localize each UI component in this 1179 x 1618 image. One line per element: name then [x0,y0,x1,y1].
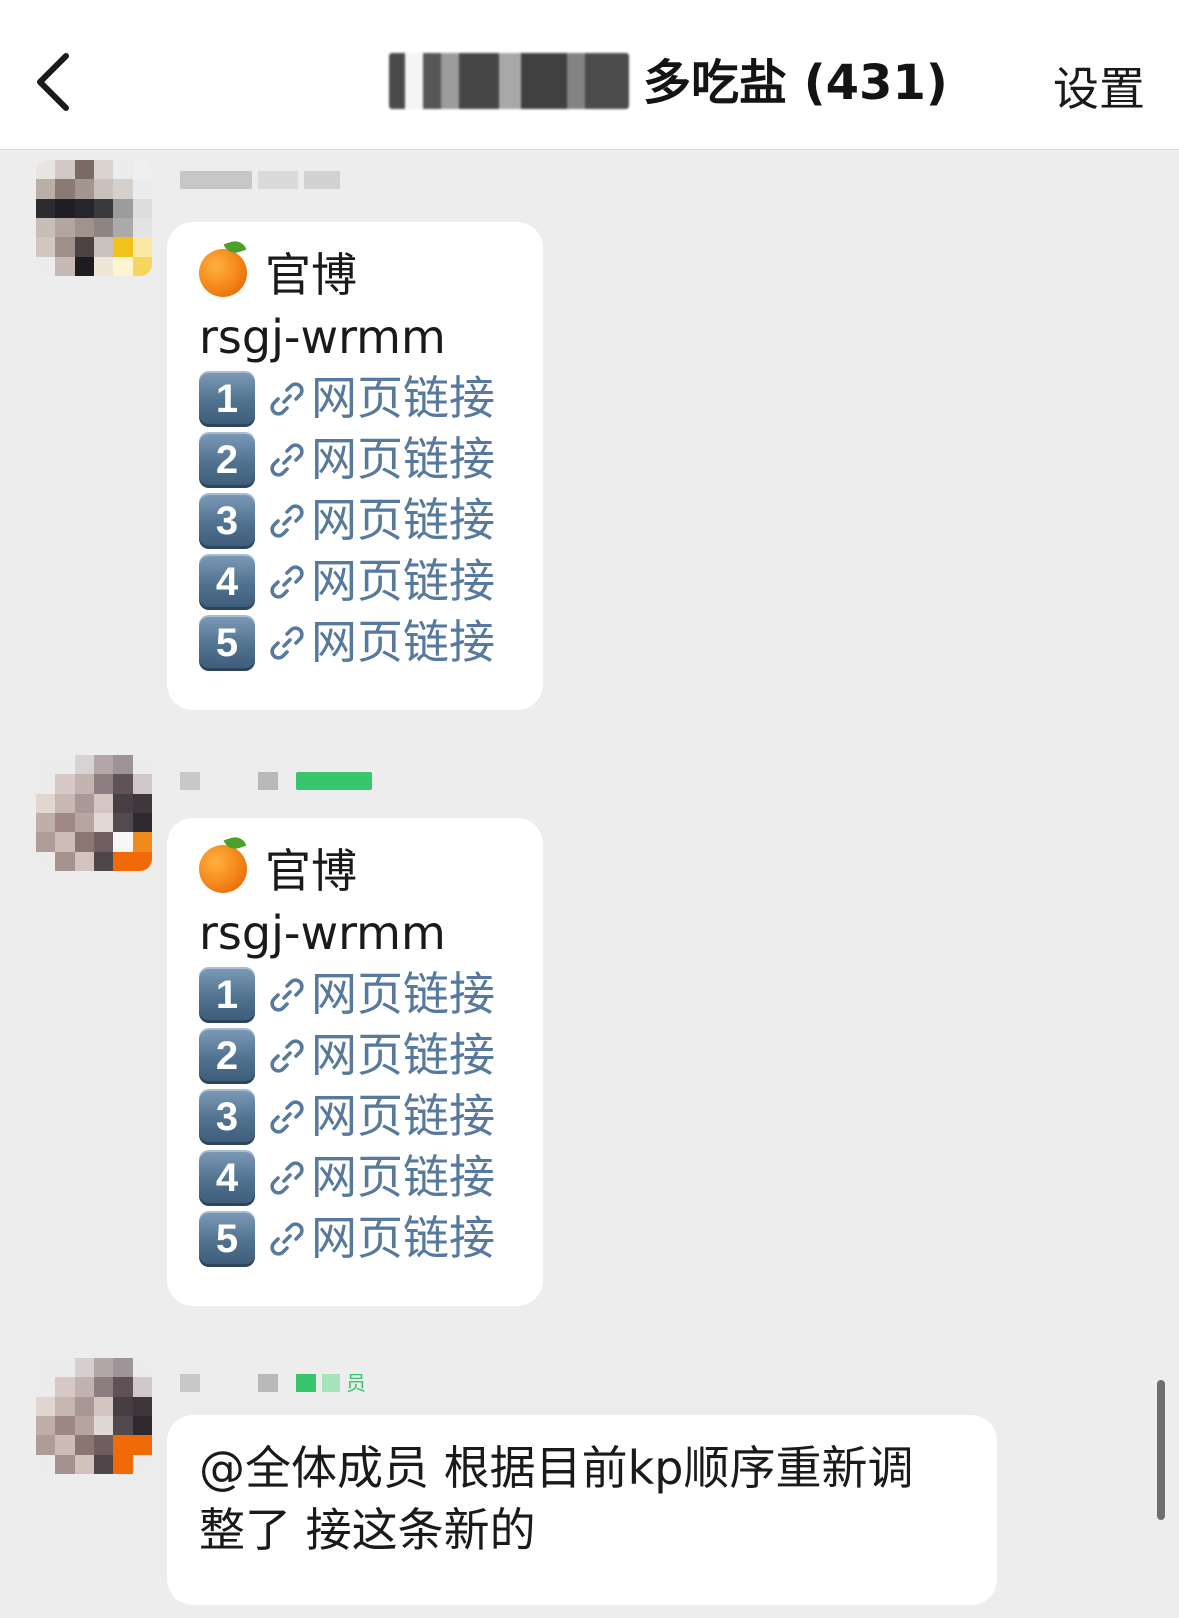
message-bubble[interactable]: 官博 rsgj-wrmm 1 网页链接 2 网页链接 3 网页链接 4 网页链接… [167,222,543,710]
link-icon [270,564,304,599]
link-item[interactable]: 3 网页链接 [199,1086,513,1147]
keycap-number-icon: 3 [199,492,255,549]
keycap-number-icon: 4 [199,553,255,610]
sender-name-redacted[interactable] [180,165,340,195]
scrollbar-thumb[interactable] [1157,1380,1165,1520]
sender-name-redacted[interactable]: 员 [180,1368,366,1398]
link-label: 网页链接 [311,432,495,486]
bubble-header-line: 官博 [199,840,513,902]
link-label: 网页链接 [311,371,495,425]
redacted-title-prefix [389,53,629,109]
message-bubble[interactable]: 官博 rsgj-wrmm 1 网页链接 2 网页链接 3 网页链接 4 网页链接… [167,818,543,1306]
link-icon [270,1038,304,1073]
link-item[interactable]: 4 网页链接 [199,551,513,612]
link-icon [270,1221,304,1256]
message-text-line: 整了 接这条新的 [199,1503,536,1557]
link-item[interactable]: 2 网页链接 [199,429,513,490]
link-label: 网页链接 [311,493,495,547]
avatar[interactable] [36,160,152,276]
keycap-number-icon: 2 [199,1027,255,1084]
keycap-number-icon: 1 [199,370,255,427]
link-icon [270,503,304,538]
link-item[interactable]: 1 网页链接 [199,964,513,1025]
link-item[interactable]: 1 网页链接 [199,368,513,429]
link-label: 网页链接 [311,615,495,669]
avatar[interactable] [36,755,152,871]
bubble-header-line: 官博 [199,244,513,306]
back-button[interactable] [30,50,80,114]
avatar[interactable] [36,1358,152,1474]
link-label: 网页链接 [311,554,495,608]
link-icon [270,625,304,660]
link-item[interactable]: 3 网页链接 [199,490,513,551]
keycap-number-icon: 4 [199,1149,255,1206]
link-label: 网页链接 [311,1150,495,1204]
message-text-line: @全体成员 根据目前kp顺序重新调 [199,1441,914,1495]
keycap-number-icon: 1 [199,966,255,1023]
keycap-number-icon: 5 [199,1210,255,1267]
keycap-number-icon: 3 [199,1088,255,1145]
link-label: 网页链接 [311,1211,495,1265]
link-icon [270,977,304,1012]
tangerine-icon [199,249,247,297]
link-item[interactable]: 2 网页链接 [199,1025,513,1086]
chat-title-text: 多吃盐 (431) [643,55,948,111]
bubble-id-line: rsgj-wrmm [199,906,446,960]
nav-bar: 多吃盐 (431) 设置 [0,0,1179,150]
keycap-number-icon: 2 [199,431,255,488]
link-icon [270,381,304,416]
keycap-number-icon: 5 [199,614,255,671]
link-item[interactable]: 5 网页链接 [199,1208,513,1269]
bubble-header: 官博 [265,844,357,898]
link-icon [270,442,304,477]
sender-name-redacted[interactable] [180,766,372,796]
chevron-left-icon [37,53,69,111]
link-label: 网页链接 [311,1028,495,1082]
link-item[interactable]: 4 网页链接 [199,1147,513,1208]
settings-button[interactable]: 设置 [1053,54,1145,124]
link-icon [270,1160,304,1195]
message-bubble[interactable]: @全体成员 根据目前kp顺序重新调 整了 接这条新的 [167,1415,997,1605]
tangerine-icon [199,845,247,893]
member-badge: 员 [346,1371,366,1395]
chat-title: 多吃盐 (431) [389,48,948,118]
link-item[interactable]: 5 网页链接 [199,612,513,673]
link-label: 网页链接 [311,1089,495,1143]
link-label: 网页链接 [311,967,495,1021]
link-icon [270,1099,304,1134]
bubble-header: 官博 [265,248,357,302]
bubble-id-line: rsgj-wrmm [199,310,446,364]
